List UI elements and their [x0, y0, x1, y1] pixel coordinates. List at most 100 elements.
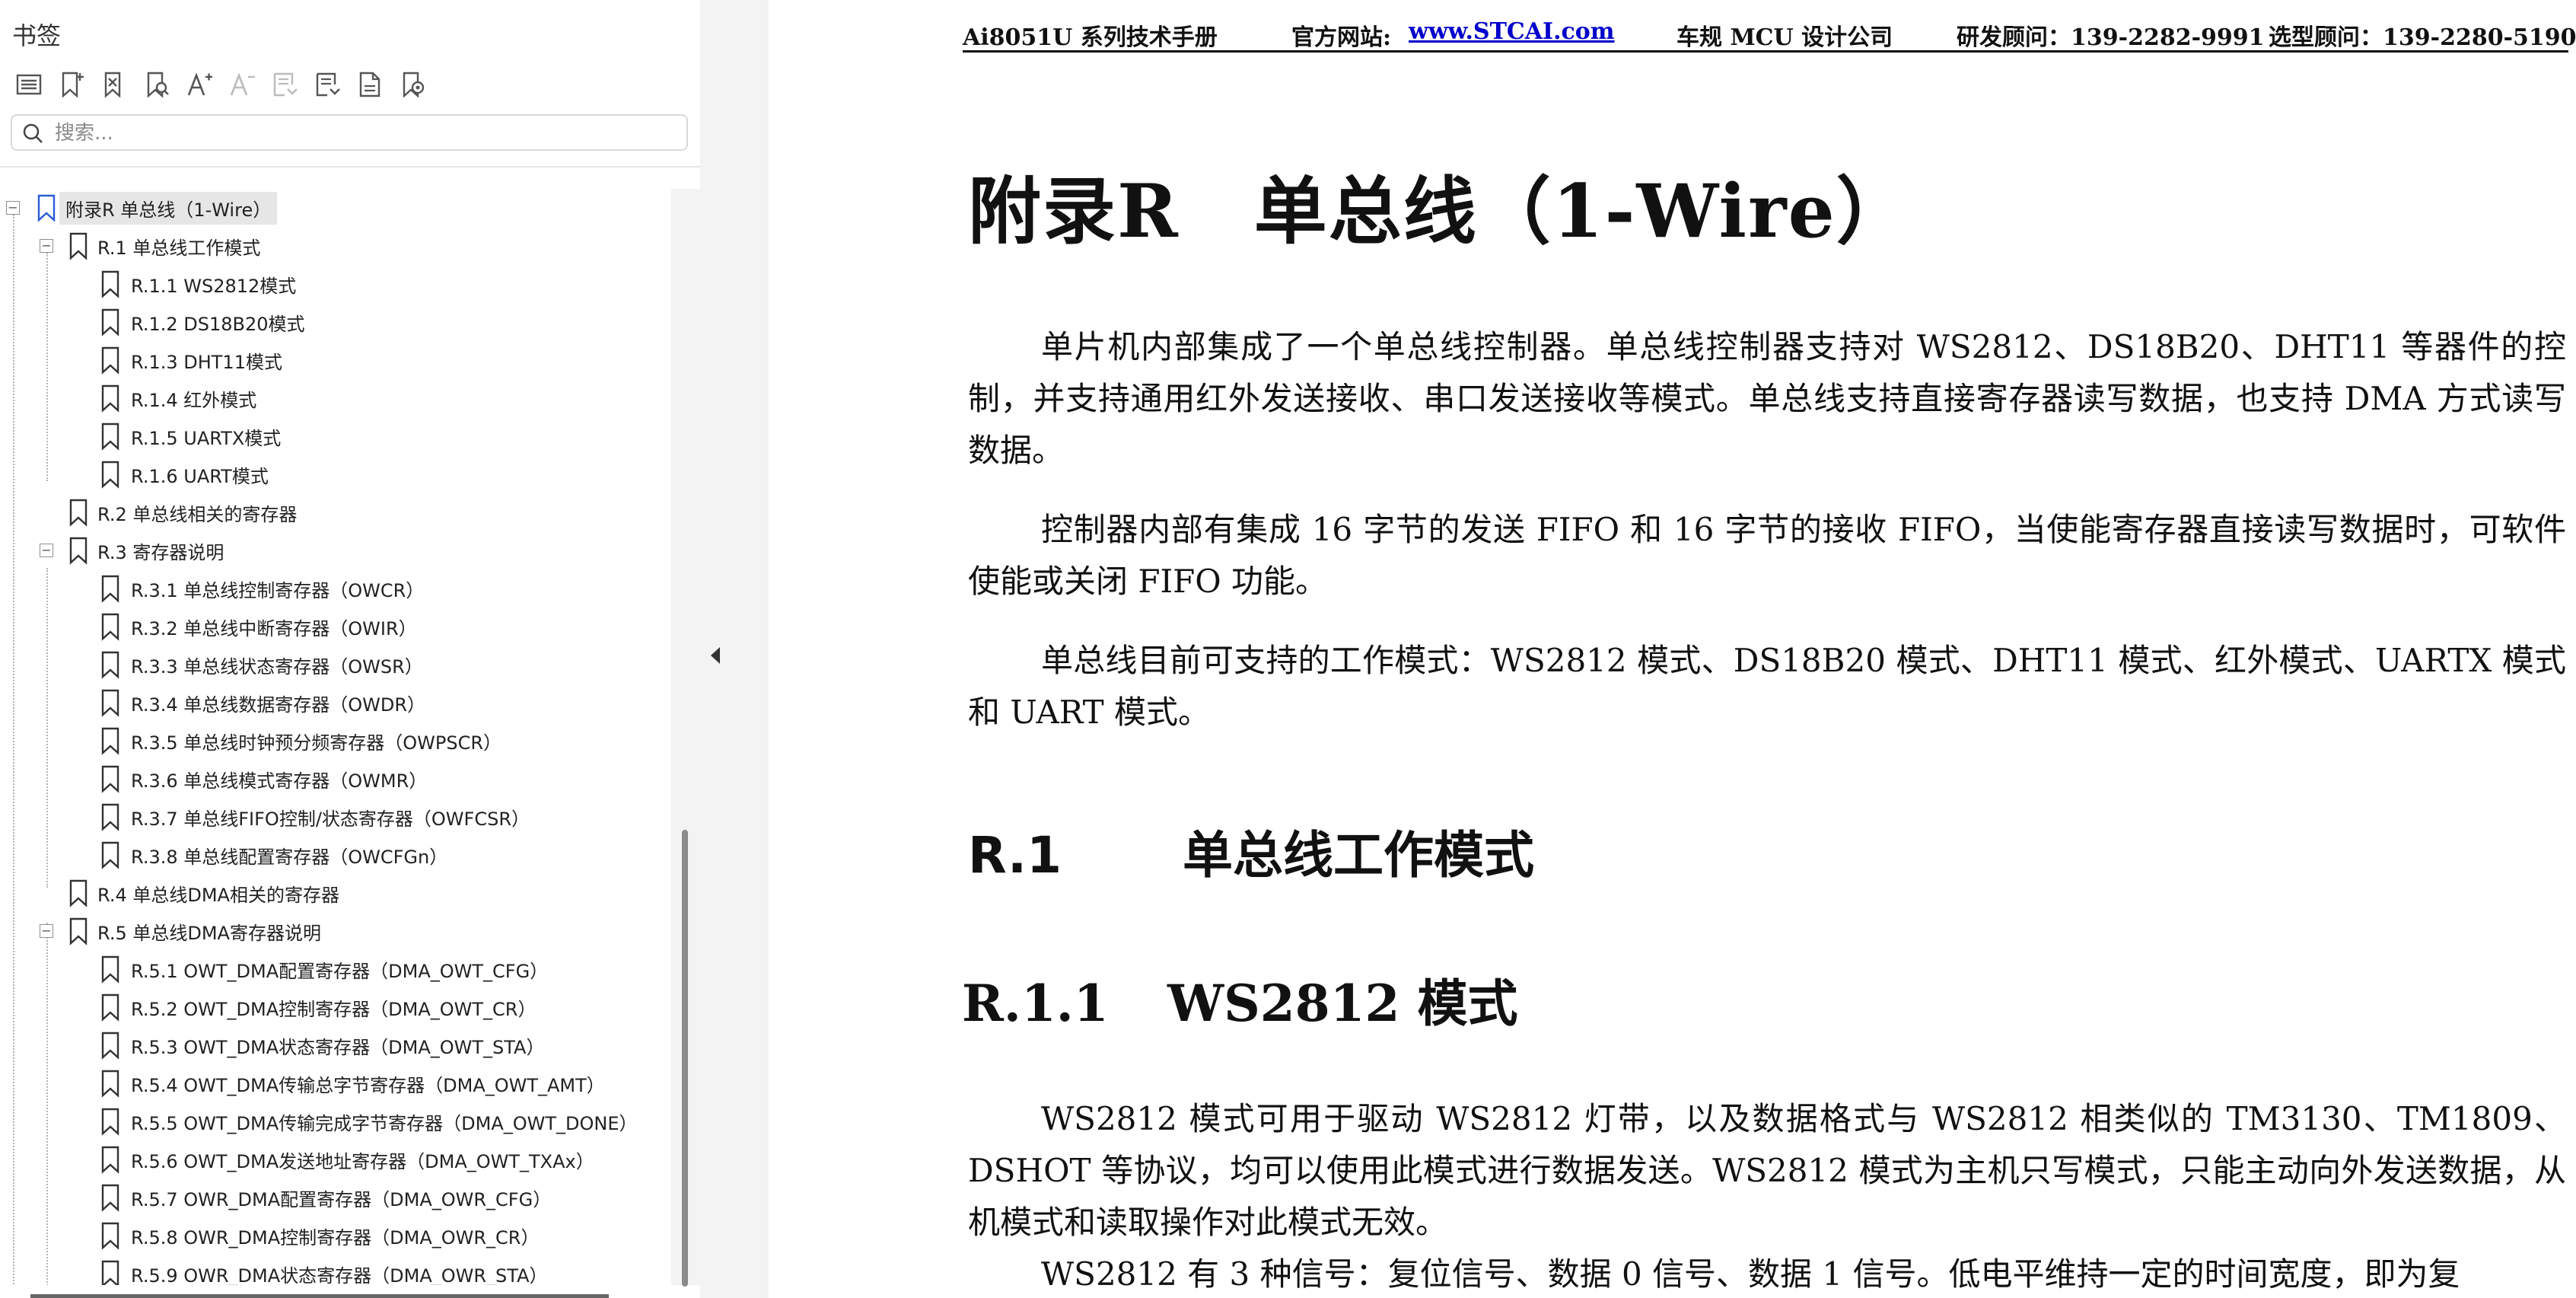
bookmark-item[interactable]: R.3.3 单总线状态寄存器（OWSR） — [0, 646, 670, 684]
bookmark-icon — [69, 879, 88, 907]
bookmark-label: R.2 单总线相关的寄存器 — [97, 503, 298, 525]
site-link[interactable]: www.STCAI.com — [1409, 18, 1615, 45]
bookmark-icon — [37, 194, 56, 222]
bookmark-item[interactable]: R.5.1 OWT_DMA配置寄存器（DMA_OWT_CFG） — [0, 950, 670, 988]
collapse-toggle-icon[interactable]: − — [6, 201, 20, 215]
expand-all-icon[interactable] — [11, 65, 47, 104]
bookmark-icon — [101, 1260, 119, 1285]
bookmark-icon — [101, 308, 119, 336]
subsection-number: R.1.1 — [962, 974, 1109, 1033]
bookmark-item[interactable]: R.5.4 OWT_DMA传输总字节寄存器（DMA_OWT_AMT） — [0, 1064, 670, 1102]
bookmark-item[interactable]: R.2 单总线相关的寄存器 — [0, 493, 670, 531]
bookmark-item[interactable]: R.5.3 OWT_DMA状态寄存器（DMA_OWT_STA） — [0, 1026, 670, 1064]
bookmark-properties-icon[interactable] — [266, 65, 303, 104]
bookmark-label: R.5.9 OWR_DMA状态寄存器（DMA_OWR_STA） — [131, 1265, 548, 1286]
bookmark-item[interactable]: − R.5 单总线DMA寄存器说明 — [0, 912, 670, 950]
search-icon — [23, 123, 43, 143]
collapse-toggle-icon[interactable]: − — [40, 239, 53, 253]
panel-title: 书签 — [12, 21, 62, 50]
bookmark-icon — [101, 423, 119, 451]
bookmark-item[interactable]: R.3.2 单总线中断寄存器（OWIR） — [0, 608, 670, 646]
paragraph: WS2812 模式可用于驱动 WS2812 灯带，以及数据格式与 WS2812 … — [968, 1100, 2566, 1241]
bookmark-label: R.5.4 OWT_DMA传输总字节寄存器（DMA_OWT_AMT） — [131, 1074, 605, 1096]
bookmark-item[interactable]: R.3.7 单总线FIFO控制/状态寄存器（OWFCSR） — [0, 798, 670, 836]
bookmark-label: R.3.5 单总线时钟预分频寄存器（OWPSCR） — [131, 732, 502, 754]
bookmark-item[interactable]: R.5.9 OWR_DMA状态寄存器（DMA_OWR_STA） — [0, 1255, 670, 1285]
section-heading: R.1 单总线工作模式 — [968, 815, 1534, 888]
bookmark-icon — [101, 384, 119, 413]
delete-bookmark-icon[interactable] — [96, 65, 132, 104]
collapse-toggle-icon[interactable]: − — [40, 544, 53, 557]
bookmark-label: R.5.1 OWT_DMA配置寄存器（DMA_OWT_CFG） — [131, 960, 549, 982]
bookmark-label: R.5.7 OWR_DMA配置寄存器（DMA_OWR_CFG） — [131, 1188, 552, 1210]
bookmark-item[interactable]: R.3.1 单总线控制寄存器（OWCR） — [0, 569, 670, 608]
bookmark-page-icon[interactable] — [352, 65, 388, 104]
bookmark-label: R.1.3 DHT11模式 — [131, 351, 282, 373]
document-view: Ai8051U 系列技术手册 官方网站: www.STCAI.com 车规 MC… — [769, 0, 2576, 1298]
paragraph: 控制器内部有集成 16 字节的发送 FIFO 和 16 字节的接收 FIFO，当… — [968, 511, 2566, 600]
bookmark-icon — [101, 613, 119, 641]
bookmark-item[interactable]: R.4 单总线DMA相关的寄存器 — [0, 874, 670, 912]
search-input[interactable] — [53, 119, 665, 148]
bookmark-item[interactable]: − R.1 单总线工作模式 — [0, 227, 670, 265]
bookmark-label: 附录R 单总线（1-Wire） — [59, 191, 278, 225]
bookmark-search[interactable] — [11, 114, 688, 151]
bookmark-icon — [101, 1108, 119, 1136]
bookmark-tree: − 附录R 单总线（1-Wire） − R.1 单总线工作模式 R.1.1 WS2812… — [0, 189, 670, 1285]
bookmark-label: R.3.1 单总线控制寄存器（OWCR） — [131, 579, 425, 601]
bookmark-item[interactable]: R.1.6 UART模式 — [0, 455, 670, 493]
bookmark-item[interactable]: − R.3 寄存器说明 — [0, 531, 670, 569]
bookmark-toolbar — [11, 65, 431, 104]
find-bookmark-icon[interactable] — [139, 65, 175, 104]
bookmark-icon — [101, 841, 119, 869]
collapse-toggle-icon[interactable]: − — [40, 924, 53, 938]
add-bookmark-icon[interactable] — [53, 65, 90, 104]
bookmark-item[interactable]: R.5.8 OWR_DMA控制寄存器（DMA_OWR_CR） — [0, 1217, 670, 1255]
bookmark-label: R.1.1 WS2812模式 — [131, 275, 297, 297]
font-smaller-icon[interactable] — [224, 65, 260, 104]
collapse-panel-icon[interactable] — [708, 644, 723, 667]
bookmark-icon — [101, 270, 119, 298]
bookmark-settings-icon[interactable] — [394, 65, 431, 104]
bookmark-item[interactable]: R.5.6 OWT_DMA发送地址寄存器（DMA_OWT_TXAx） — [0, 1140, 670, 1178]
bookmark-item[interactable]: R.1.4 红外模式 — [0, 379, 670, 417]
bookmark-label: R.3 寄存器说明 — [97, 541, 224, 563]
bookmark-icon — [101, 727, 119, 755]
font-larger-icon[interactable] — [181, 65, 218, 104]
bookmark-item[interactable]: R.3.5 单总线时钟预分频寄存器（OWPSCR） — [0, 722, 670, 760]
bookmark-item[interactable]: R.3.6 单总线模式寄存器（OWMR） — [0, 760, 670, 798]
bookmark-item[interactable]: R.1.2 DS18B20模式 — [0, 303, 670, 341]
bookmark-item[interactable]: R.5.5 OWT_DMA传输完成字节寄存器（DMA_OWT_DONE） — [0, 1102, 670, 1140]
bookmark-icon — [101, 461, 119, 489]
bookmark-label: R.5.5 OWT_DMA传输完成字节寄存器（DMA_OWT_DONE） — [131, 1112, 638, 1134]
bookmark-label: R.5.3 OWT_DMA状态寄存器（DMA_OWT_STA） — [131, 1036, 545, 1058]
bookmark-label: R.3.7 单总线FIFO控制/状态寄存器（OWFCSR） — [131, 808, 530, 830]
new-child-bookmark-icon[interactable] — [309, 65, 345, 104]
bookmark-icon — [101, 765, 119, 793]
rd-contact: 研发顾问：139-2282-9991 — [1957, 24, 2265, 51]
bookmark-item[interactable]: R.5.7 OWR_DMA配置寄存器（DMA_OWR_CFG） — [0, 1178, 670, 1217]
bookmark-item[interactable]: R.3.4 单总线数据寄存器（OWDR） — [0, 684, 670, 722]
paragraph: 单片机内部集成了一个单总线控制器。单总线控制器支持对 WS2812、DS18B2… — [968, 328, 2566, 469]
bookmark-item[interactable]: R.5.2 OWT_DMA控制寄存器（DMA_OWT_CR） — [0, 988, 670, 1026]
bookmark-item[interactable]: − 附录R 单总线（1-Wire） — [0, 189, 670, 227]
bookmark-icon — [101, 993, 119, 1022]
manual-name: Ai8051U 系列技术手册 — [963, 24, 1218, 51]
page-header: Ai8051U 系列技术手册 官方网站: www.STCAI.com 车规 MC… — [963, 15, 2576, 52]
company-name: 车规 MCU 设计公司 — [1676, 24, 1893, 51]
horizontal-scrollbar[interactable] — [30, 1294, 609, 1298]
tree-scrollbar-thumb[interactable] — [682, 830, 688, 1287]
section-title: 单总线工作模式 — [1183, 826, 1534, 885]
bookmark-label: R.3.6 单总线模式寄存器（OWMR） — [131, 770, 428, 792]
paragraph: 单总线目前可支持的工作模式：WS2812 模式、DS18B20 模式、DHT11… — [968, 642, 2566, 731]
bookmark-item[interactable]: R.1.3 DHT11模式 — [0, 341, 670, 379]
bookmark-item[interactable]: R.1.1 WS2812模式 — [0, 265, 670, 303]
bookmark-icon — [101, 689, 119, 717]
bookmark-label: R.3.4 单总线数据寄存器（OWDR） — [131, 694, 426, 716]
bookmark-icon — [101, 1032, 119, 1060]
bookmark-item[interactable]: R.1.5 UARTX模式 — [0, 417, 670, 455]
bookmark-item[interactable]: R.3.8 单总线配置寄存器（OWCFGn） — [0, 836, 670, 874]
bookmark-label: R.1.5 UARTX模式 — [131, 427, 282, 449]
bookmark-icon — [101, 346, 119, 375]
site-label: 官方网站: — [1291, 24, 1392, 51]
